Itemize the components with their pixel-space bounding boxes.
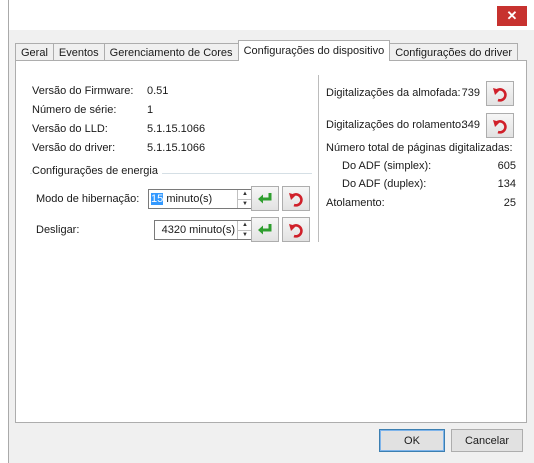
tab-strip: Geral Eventos Gerenciamento de Cores Con… — [15, 40, 518, 61]
simplex-label: Do ADF (simplex): — [342, 160, 432, 172]
apply-off-button[interactable] — [251, 217, 279, 242]
lld-label: Versão do LLD: — [32, 123, 108, 135]
reset-icon — [289, 192, 303, 207]
driver-label: Versão do driver: — [32, 142, 116, 154]
duplex-value: 134 — [497, 178, 516, 190]
sleep-unit: minuto(s) — [166, 193, 213, 205]
spin-down-icon[interactable]: ▼ — [238, 198, 252, 209]
apply-icon — [258, 192, 272, 203]
dialog-window: ✕ Geral Eventos Gerenciamento de Cores C… — [8, 0, 534, 463]
tab-geral[interactable]: Geral — [15, 43, 54, 61]
apply-sleep-button[interactable] — [251, 186, 279, 211]
device-settings-panel: Versão do Firmware: 0.51 Número de série… — [15, 60, 527, 423]
close-icon: ✕ — [506, 8, 518, 23]
firmware-label: Versão do Firmware: — [32, 85, 134, 97]
sleep-label: Modo de hibernação: — [36, 193, 140, 205]
tab-configuracoes-do-driver[interactable]: Configurações do driver — [389, 43, 518, 61]
duplex-label: Do ADF (duplex): — [342, 178, 427, 190]
reset-pad-button[interactable] — [486, 81, 514, 106]
apply-icon — [258, 223, 272, 234]
title-bar: ✕ — [9, 0, 534, 30]
roller-scans-value: 349 — [461, 119, 480, 131]
tab-configuracoes-do-dispositivo[interactable]: Configurações do dispositivo — [237, 40, 391, 61]
reset-sleep-button[interactable] — [282, 186, 310, 211]
roller-scans-label: Digitalizações do rolamento: — [326, 119, 465, 131]
driver-value: 5.1.15.1066 — [147, 142, 206, 154]
jam-value: 25 — [503, 197, 516, 209]
off-label: Desligar: — [36, 224, 80, 236]
close-button[interactable]: ✕ — [497, 6, 527, 26]
reset-icon — [493, 119, 507, 134]
simplex-value: 605 — [497, 160, 516, 172]
tab-gerenciamento-de-cores[interactable]: Gerenciamento de Cores — [103, 43, 239, 61]
column-divider — [318, 75, 319, 242]
sleep-value: 15 — [151, 193, 164, 205]
reset-off-button[interactable] — [282, 217, 310, 242]
power-group-title: Configurações de energia — [32, 165, 162, 177]
serial-value: 1 — [147, 104, 154, 116]
pad-scans-value: 739 — [461, 87, 480, 99]
reset-icon — [289, 223, 303, 238]
reset-icon — [493, 87, 507, 102]
jam-label: Atolamento: — [326, 197, 385, 209]
off-value: 4320 minuto(s) — [161, 224, 235, 236]
serial-label: Número de série: — [32, 104, 117, 116]
spin-up-icon[interactable]: ▲ — [238, 221, 252, 230]
spin-down-icon[interactable]: ▼ — [238, 229, 252, 240]
lld-value: 5.1.15.1066 — [147, 123, 206, 135]
tab-eventos[interactable]: Eventos — [52, 43, 105, 61]
pad-scans-label: Digitalizações da almofada: — [326, 87, 461, 99]
firmware-value: 0.51 — [147, 85, 169, 97]
sleep-stepper[interactable]: 15 minuto(s) ▲ ▼ — [148, 189, 253, 209]
total-pages-title: Número total de páginas digitalizadas: — [326, 142, 513, 154]
spin-up-icon[interactable]: ▲ — [238, 190, 252, 199]
ok-button[interactable]: OK — [379, 429, 445, 452]
reset-roller-button[interactable] — [486, 113, 514, 138]
cancel-button[interactable]: Cancelar — [451, 429, 523, 452]
off-stepper[interactable]: 4320 minuto(s) ▲ ▼ — [154, 220, 253, 240]
